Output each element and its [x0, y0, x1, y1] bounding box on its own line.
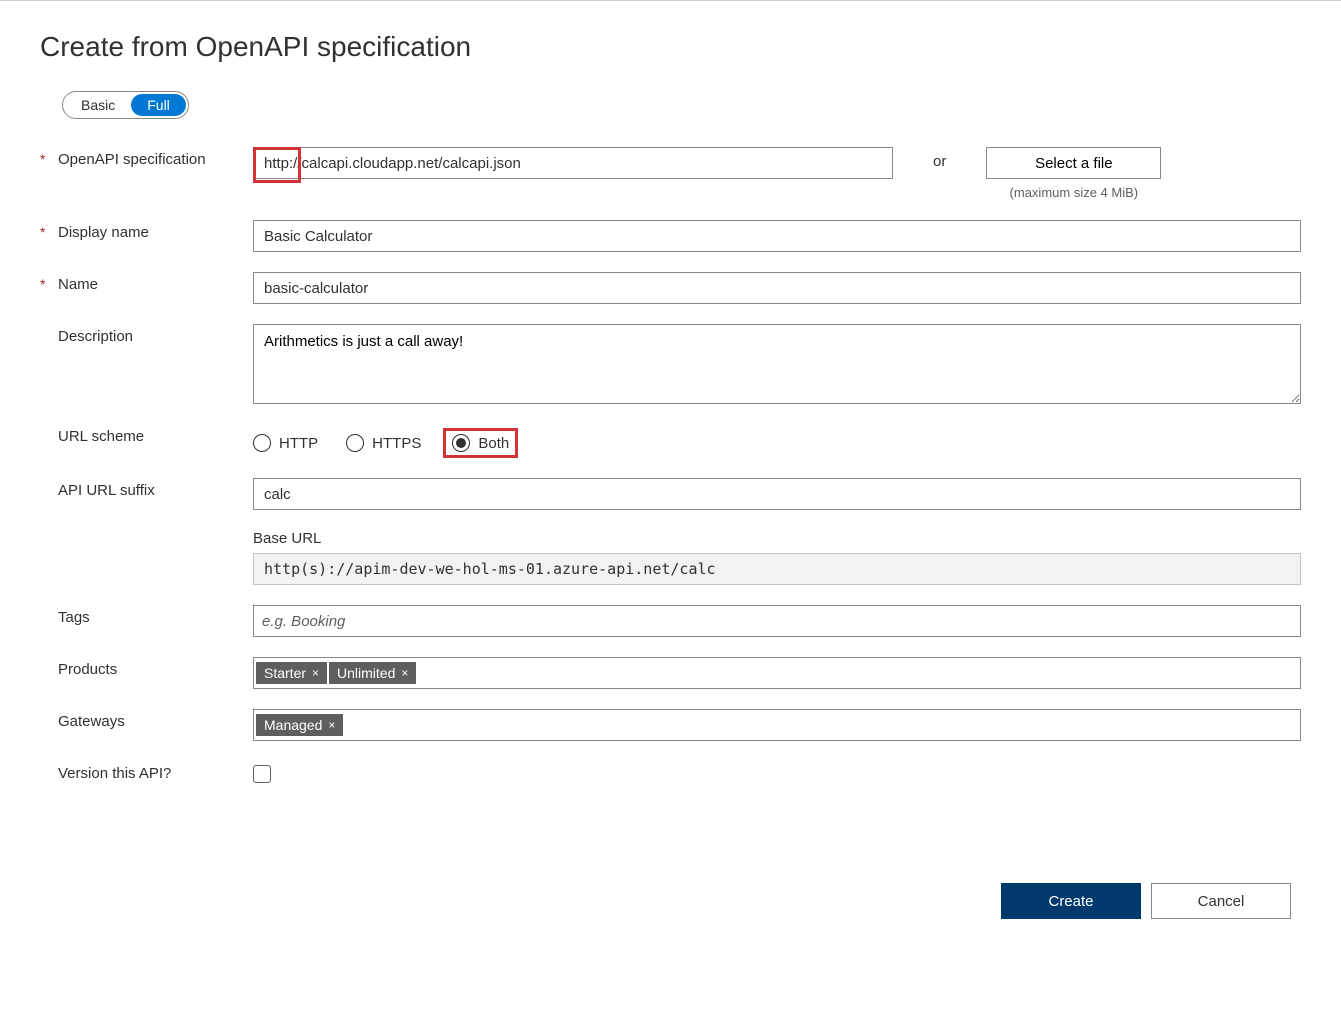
radio-label: Both	[478, 435, 509, 452]
url-scheme-http[interactable]: HTTP	[253, 434, 318, 452]
page-title: Create from OpenAPI specification	[40, 31, 1301, 63]
toggle-full[interactable]: Full	[131, 94, 186, 116]
view-mode-toggle: Basic Full	[62, 91, 189, 119]
product-chip-starter[interactable]: Starter ×	[256, 662, 327, 684]
name-input[interactable]	[253, 272, 1301, 304]
radio-icon	[452, 434, 470, 452]
or-separator: or	[933, 147, 946, 170]
api-url-suffix-input[interactable]	[253, 478, 1301, 510]
name-label: Name	[58, 272, 253, 293]
display-name-label: Display name	[58, 220, 253, 241]
file-size-hint: (maximum size 4 MiB)	[1010, 185, 1139, 200]
chip-label: Starter	[264, 665, 306, 681]
radio-label: HTTPS	[372, 435, 421, 452]
required-mark: *	[40, 272, 58, 292]
close-icon[interactable]: ×	[328, 718, 335, 732]
chip-label: Managed	[264, 717, 322, 733]
tags-placeholder: e.g. Booking	[256, 613, 345, 630]
product-chip-unlimited[interactable]: Unlimited ×	[329, 662, 416, 684]
openapi-spec-input[interactable]	[253, 147, 893, 179]
products-input[interactable]: Starter × Unlimited ×	[253, 657, 1301, 689]
gateway-chip-managed[interactable]: Managed ×	[256, 714, 343, 736]
description-input[interactable]	[253, 324, 1301, 404]
select-file-button[interactable]: Select a file	[986, 147, 1161, 179]
openapi-spec-label: OpenAPI specification	[58, 147, 253, 168]
tags-label: Tags	[58, 605, 253, 626]
gateways-label: Gateways	[58, 709, 253, 730]
close-icon[interactable]: ×	[401, 666, 408, 680]
gateways-input[interactable]: Managed ×	[253, 709, 1301, 741]
url-scheme-radio-group: HTTP HTTPS Both	[253, 424, 518, 458]
tags-input[interactable]: e.g. Booking	[253, 605, 1301, 637]
required-mark: *	[40, 220, 58, 240]
base-url-value: http(s)://apim-dev-we-hol-ms-01.azure-ap…	[253, 553, 1301, 585]
url-scheme-both[interactable]: Both	[443, 428, 518, 458]
products-label: Products	[58, 657, 253, 678]
close-icon[interactable]: ×	[312, 666, 319, 680]
base-url-label: Base URL	[253, 530, 1301, 547]
radio-label: HTTP	[279, 435, 318, 452]
toggle-basic[interactable]: Basic	[65, 94, 131, 116]
version-checkbox[interactable]	[253, 765, 271, 783]
create-button[interactable]: Create	[1001, 883, 1141, 919]
required-mark: *	[40, 147, 58, 167]
display-name-input[interactable]	[253, 220, 1301, 252]
description-label: Description	[58, 324, 253, 345]
chip-label: Unlimited	[337, 665, 395, 681]
url-scheme-label: URL scheme	[58, 424, 253, 445]
version-label: Version this API?	[58, 761, 253, 782]
cancel-button[interactable]: Cancel	[1151, 883, 1291, 919]
url-scheme-https[interactable]: HTTPS	[346, 434, 421, 452]
radio-icon	[253, 434, 271, 452]
radio-icon	[346, 434, 364, 452]
api-url-suffix-label: API URL suffix	[58, 478, 253, 499]
